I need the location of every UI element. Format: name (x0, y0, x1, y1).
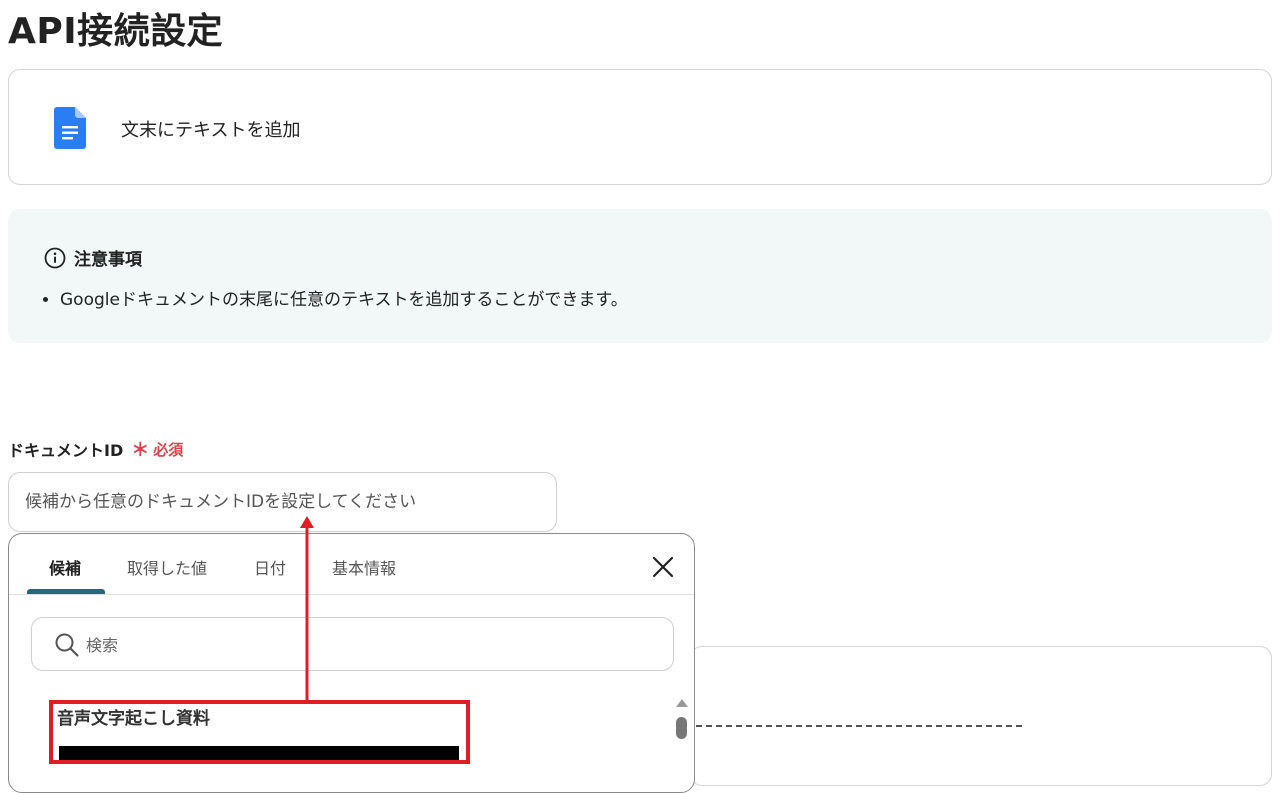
scroll-thumb[interactable] (676, 717, 687, 739)
search-icon (55, 633, 79, 657)
search-box[interactable] (31, 617, 674, 671)
info-icon (44, 247, 66, 268)
background-card (690, 646, 1272, 786)
tab-basic-info[interactable]: 基本情報 (332, 555, 396, 579)
required-mark: ＊ (131, 440, 150, 461)
page-title: API接続設定 (8, 11, 224, 52)
scrollbar[interactable] (675, 699, 689, 792)
tab-fetched-values[interactable]: 取得した値 (127, 555, 207, 579)
annotation-arrow-icon (300, 516, 314, 700)
action-card[interactable]: 文末にテキストを追加 (8, 69, 1272, 185)
dashed-divider (696, 725, 1022, 727)
action-label: 文末にテキストを追加 (121, 120, 301, 141)
google-docs-icon (54, 107, 86, 149)
notice-title: 注意事項 (74, 250, 142, 270)
notice-list: Googleドキュメントの末尾に任意のテキストを追加することができます。 (40, 285, 628, 310)
search-input[interactable] (84, 631, 648, 659)
field-label-text: ドキュメントID (8, 441, 124, 460)
field-label: ドキュメントID ＊ 必須 (8, 436, 183, 462)
close-icon[interactable] (651, 555, 675, 579)
annotation-highlight-box (49, 700, 470, 764)
notice-panel: 注意事項 Googleドキュメントの末尾に任意のテキストを追加することができます… (8, 209, 1272, 343)
document-id-input[interactable] (8, 472, 557, 532)
notice-item: Googleドキュメントの末尾に任意のテキストを追加することができます。 (60, 285, 628, 310)
required-text: 必須 (153, 440, 184, 459)
active-tab-indicator (27, 589, 105, 594)
dropdown-tabs: 候補 取得した値 日付 基本情報 (9, 534, 694, 595)
scroll-up-arrow-icon[interactable] (676, 699, 688, 707)
tab-date[interactable]: 日付 (254, 555, 286, 579)
tab-candidates[interactable]: 候補 (49, 555, 81, 579)
